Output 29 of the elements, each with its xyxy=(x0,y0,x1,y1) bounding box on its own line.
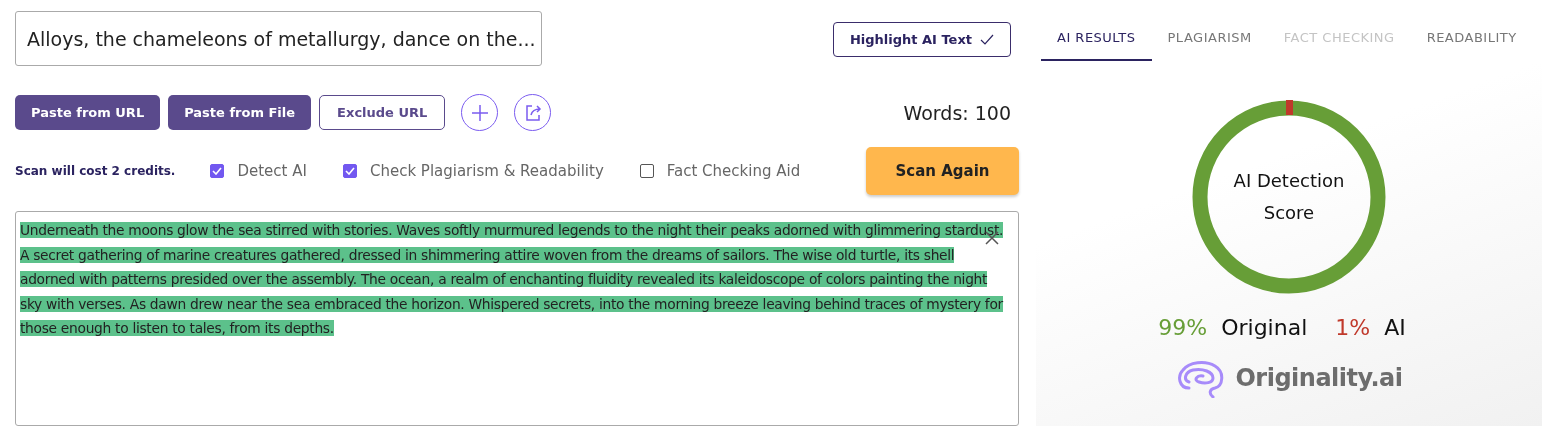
scan-again-button[interactable]: Scan Again xyxy=(866,147,1019,195)
add-button[interactable] xyxy=(461,94,499,131)
share-button[interactable] xyxy=(514,94,552,131)
highlight-ai-text-button[interactable]: Highlight AI Text xyxy=(832,22,1011,57)
tab[interactable]: PLAGIARISM xyxy=(1151,22,1268,61)
exclude-url-button[interactable]: Exclude URL xyxy=(319,95,446,130)
legend-label: AI xyxy=(1384,315,1406,340)
tab[interactable]: READABILITY xyxy=(1410,22,1533,61)
checkbox[interactable] xyxy=(342,164,357,178)
checkbox-label: Check Plagiarism & Readability xyxy=(369,162,604,180)
percent-value: 99% xyxy=(1158,315,1208,340)
text-area[interactable] xyxy=(15,211,1019,426)
cost-note: Scan will cost 2 credits. xyxy=(15,164,176,178)
text-content: Underneath the moons glow the sea stirred with stories. Waves softly murmured legends to the night their peaks adorned with glimmering stardust. A secret gathering of marine creatures gathered, dressed in shimmering attire woven from the dreams of sailors. The wise old turtle, its shell adorned with patterns presided over the assembly. The ocean, a realm of enchanting fluidity revealed its kaleidoscope of colors painting the night sky with verses. As dawn drew near the sea embraced the horizon. Whispered secrets, into the morning breeze leaving behind traces of mystery for those enough to listen to tales, from its depths. xyxy=(20,221,1005,338)
checkbox-label: Detect AI xyxy=(237,162,307,180)
legend-label: Original xyxy=(1221,315,1308,340)
tab[interactable]: AI RESULTS xyxy=(1041,22,1152,61)
check-icon xyxy=(980,33,994,46)
checkbox[interactable] xyxy=(639,164,654,178)
title-field[interactable]: Alloys, the chameleons of metallurgy, dance on the... xyxy=(15,11,542,66)
paste-button[interactable]: Paste from File xyxy=(168,95,312,130)
paste-button[interactable]: Paste from URL xyxy=(15,95,161,130)
checkbox[interactable] xyxy=(210,164,225,178)
checkbox-label: Fact Checking Aid xyxy=(666,162,801,180)
percent-value: 1% xyxy=(1335,315,1371,340)
score-title: AI Detection Score xyxy=(1232,169,1346,225)
brand-logo-text: Originality.ai xyxy=(1235,364,1403,392)
plus-icon xyxy=(469,102,490,123)
word-count: Words: 100 xyxy=(903,101,1011,124)
